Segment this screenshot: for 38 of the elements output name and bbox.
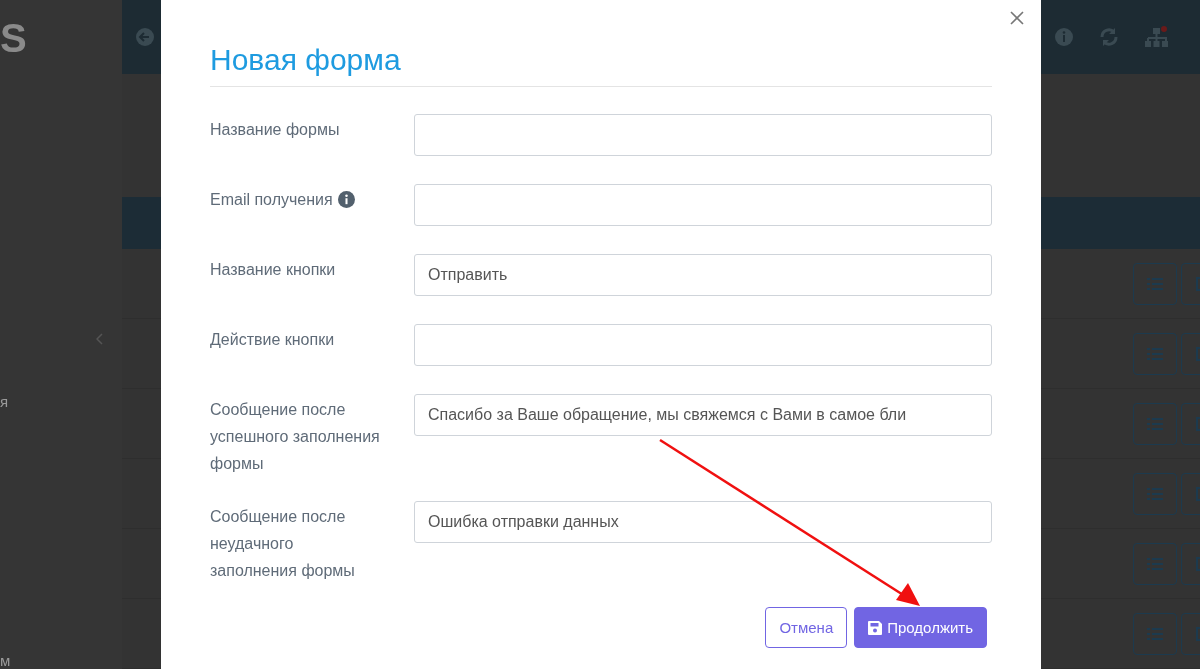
close-icon <box>1010 11 1024 25</box>
back-icon[interactable] <box>135 27 155 47</box>
list-button[interactable] <box>1133 402 1177 445</box>
sitemap-icon[interactable] <box>1144 25 1170 49</box>
field-label: Название формы <box>210 120 340 140</box>
text-field[interactable]: Ошибка отправки данных <box>414 501 992 543</box>
field-label: Сообщение после успешного заполнения формы <box>210 400 381 474</box>
list-icon <box>1147 627 1163 640</box>
list-icon <box>1147 417 1163 430</box>
text-field[interactable]: Спасибо за Ваше обращение, мы свяжемся с Вами в самое бли <box>414 394 992 436</box>
list-icon <box>1147 487 1163 500</box>
refresh-icon[interactable] <box>1098 26 1120 48</box>
sidebar-item[interactable]: м <box>0 652 11 669</box>
list-button[interactable] <box>1133 332 1177 375</box>
text-field[interactable] <box>414 324 992 366</box>
logo-text: S <box>0 18 28 58</box>
text-field[interactable] <box>414 184 992 226</box>
list-icon <box>1147 277 1163 290</box>
field-label: Email получения <box>210 190 333 210</box>
list-button[interactable] <box>1133 262 1177 305</box>
info-icon[interactable] <box>337 191 355 208</box>
text-field[interactable] <box>414 114 992 156</box>
collapse-chevron-icon[interactable] <box>96 333 104 345</box>
close-button[interactable] <box>1009 10 1025 26</box>
list-button[interactable] <box>1133 472 1177 515</box>
field-label: Действие кнопки <box>210 330 335 350</box>
list-icon <box>1147 557 1163 570</box>
list-button[interactable] <box>1133 542 1177 585</box>
list-button[interactable] <box>1133 612 1177 655</box>
cancel-button[interactable]: Отмена <box>765 607 848 648</box>
continue-button[interactable]: Продолжить <box>854 607 987 648</box>
field-label: Сообщение после неудачного заполнения формы <box>210 507 356 581</box>
save-icon <box>868 620 883 635</box>
text-field[interactable]: Отправить <box>414 254 992 296</box>
modal-title: Новая форма <box>210 42 402 78</box>
list-icon <box>1147 347 1163 360</box>
sidebar-item[interactable]: я <box>0 393 9 410</box>
field-label: Название кнопки <box>210 260 336 280</box>
